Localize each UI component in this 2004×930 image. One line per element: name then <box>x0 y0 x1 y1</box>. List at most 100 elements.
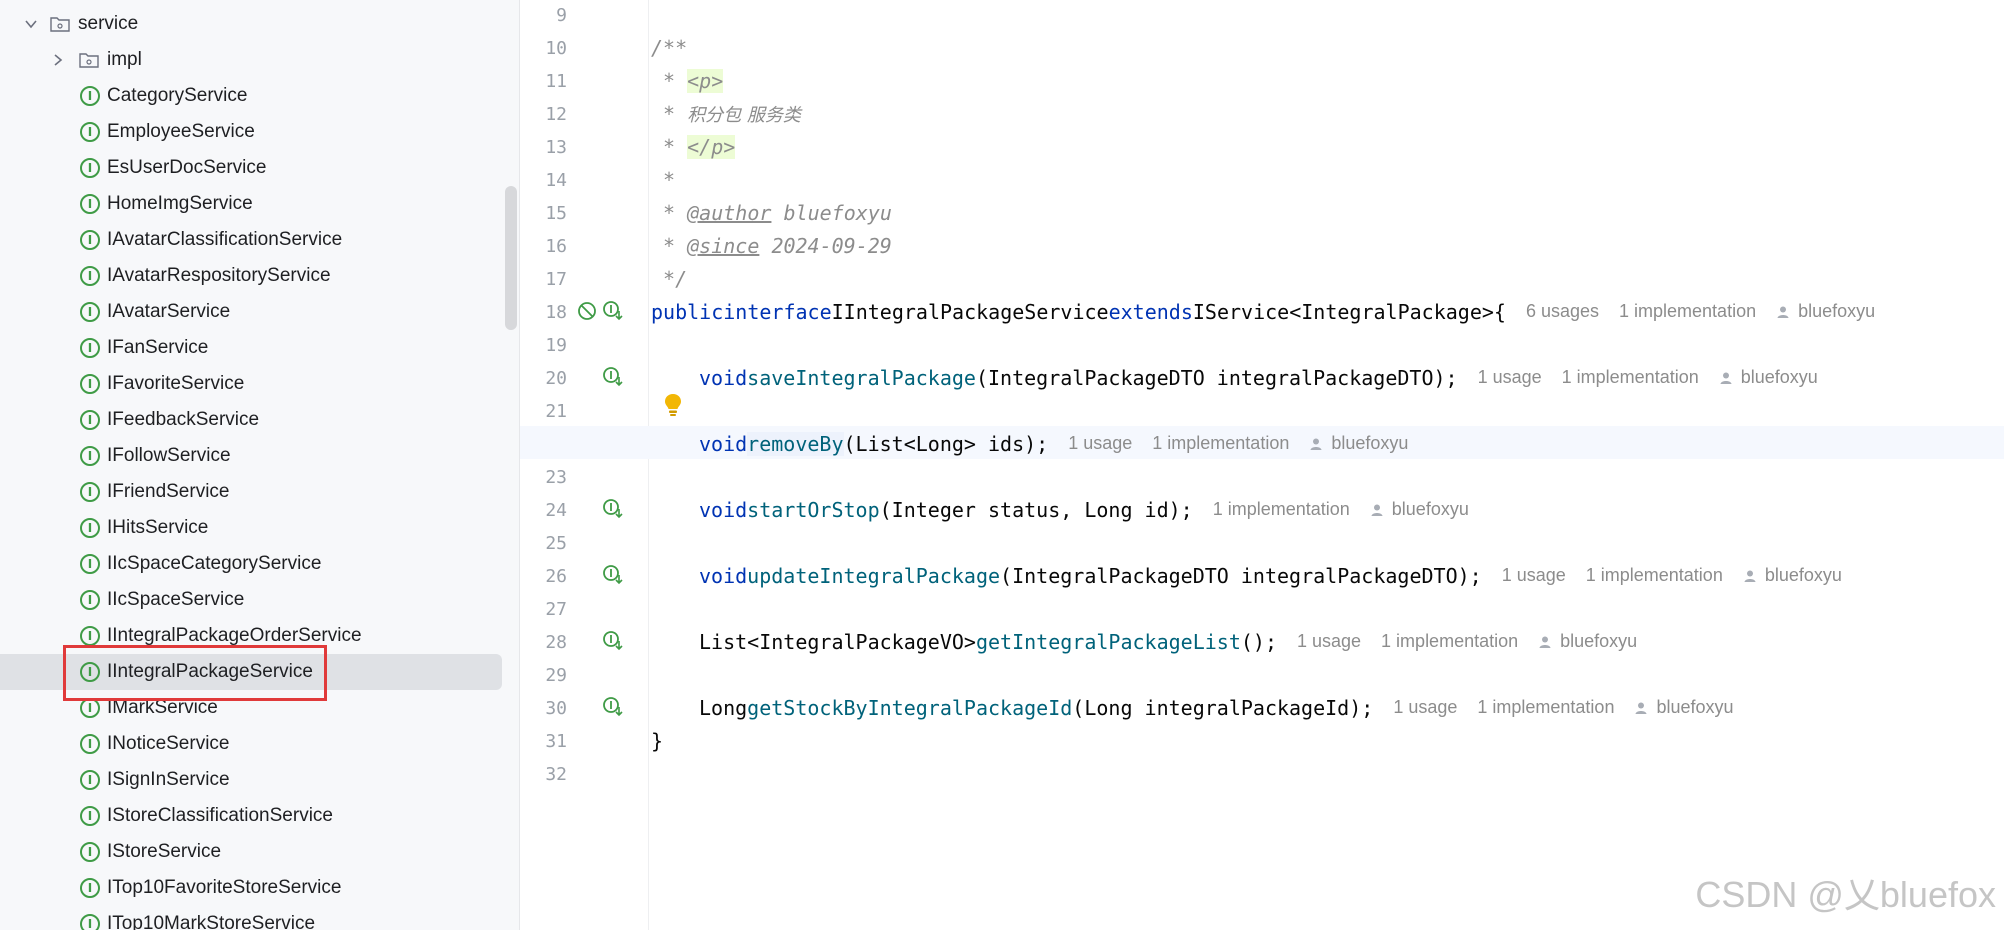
usages-hint[interactable]: 1 usage <box>1502 565 1566 586</box>
tree-item[interactable]: I EsUserDocService <box>0 150 502 186</box>
interface-name[interactable]: IIntegralPackageService <box>832 300 1109 324</box>
tree-item[interactable]: I CategoryService <box>0 78 502 114</box>
tree-item[interactable]: I IFollowService <box>0 438 502 474</box>
tree-item-label: IIcSpaceCategoryService <box>107 553 322 574</box>
implemented-method-icon[interactable] <box>602 630 624 652</box>
line-number[interactable]: 26 <box>520 566 567 587</box>
line-number[interactable]: 14 <box>520 170 567 191</box>
code-editor[interactable]: /** * <p> * 积分包 服务类 * </p> * * @author b… <box>520 0 2004 930</box>
implemented-method-icon[interactable] <box>602 564 624 586</box>
tree-scrollbar[interactable] <box>505 186 517 330</box>
method-name[interactable]: startOrStop <box>747 498 879 522</box>
method-name[interactable]: saveIntegralPackage <box>747 366 976 390</box>
tree-folder-label: impl <box>107 49 142 70</box>
method-params: (List<Long> ids); <box>843 431 1049 456</box>
author-hint[interactable]: bluefoxyu <box>1309 433 1408 454</box>
line-number[interactable]: 10 <box>520 38 567 59</box>
implementation-hint[interactable]: 1 implementation <box>1619 301 1756 322</box>
method-name[interactable]: getIntegralPackageList <box>976 630 1241 654</box>
editor-gutter: 9101112131415161718192021222324252627282… <box>520 0 649 930</box>
line-number[interactable]: 20 <box>520 368 567 389</box>
usages-hint[interactable]: 1 usage <box>1068 433 1132 454</box>
html-tag-p-close: </p> <box>687 134 736 159</box>
implemented-method-icon[interactable] <box>602 696 624 718</box>
interface-icon: I <box>80 842 100 862</box>
line-number[interactable]: 9 <box>520 5 567 26</box>
line-number[interactable]: 24 <box>520 500 567 521</box>
tree-item[interactable]: I HomeImgService <box>0 186 502 222</box>
line-number[interactable]: 15 <box>520 203 567 224</box>
implementation-hint[interactable]: 1 implementation <box>1477 697 1614 718</box>
line-number[interactable]: 11 <box>520 71 567 92</box>
line-number[interactable]: 29 <box>520 665 567 686</box>
usages-hint[interactable]: 1 usage <box>1393 697 1457 718</box>
tree-item[interactable]: I ISignInService <box>0 762 502 798</box>
no-entry-icon[interactable] <box>576 300 598 322</box>
interface-icon: I <box>80 338 100 358</box>
implementation-hint[interactable]: 1 implementation <box>1562 367 1699 388</box>
tree-item[interactable]: I IHitsService <box>0 510 502 546</box>
tree-item[interactable]: I IIcSpaceCategoryService <box>0 546 502 582</box>
author-hint[interactable]: bluefoxyu <box>1538 631 1637 652</box>
implemented-interface-icon[interactable] <box>602 300 624 322</box>
line-number[interactable]: 17 <box>520 269 567 290</box>
line-number[interactable]: 32 <box>520 764 567 785</box>
super-type[interactable]: IService<IntegralPackage> <box>1193 300 1494 324</box>
lightbulb-icon[interactable] <box>664 393 682 417</box>
usages-hint[interactable]: 1 usage <box>1297 631 1361 652</box>
method-name[interactable]: getStockByIntegralPackageId <box>747 696 1072 720</box>
tree-item[interactable]: I ITop10MarkStoreService <box>0 906 502 930</box>
tree-item[interactable]: I ITop10FavoriteStoreService <box>0 870 502 906</box>
line-number[interactable]: 25 <box>520 533 567 554</box>
line-number[interactable]: 23 <box>520 467 567 488</box>
tree-folder-impl[interactable]: impl <box>0 42 502 78</box>
implementation-hint[interactable]: 1 implementation <box>1213 499 1350 520</box>
line-number[interactable]: 21 <box>520 401 567 422</box>
implementation-hint[interactable]: 1 implementation <box>1152 433 1289 454</box>
interface-icon: I <box>80 410 100 430</box>
keyword-interface: interface <box>723 299 832 324</box>
chevron-right-icon[interactable] <box>51 53 65 67</box>
tree-item[interactable]: I INoticeService <box>0 726 502 762</box>
tree-item[interactable]: I IAvatarRespositoryService <box>0 258 502 294</box>
tree-item[interactable]: I IStoreClassificationService <box>0 798 502 834</box>
user-icon <box>1777 306 1789 318</box>
user-icon <box>1371 504 1383 516</box>
line-number[interactable]: 30 <box>520 698 567 719</box>
author-hint[interactable]: bluefoxyu <box>1776 301 1875 322</box>
tree-item-label: INoticeService <box>107 733 230 754</box>
line-number[interactable]: 27 <box>520 599 567 620</box>
tree-item[interactable]: I EmployeeService <box>0 114 502 150</box>
tree-item[interactable]: I IAvatarService <box>0 294 502 330</box>
tree-item[interactable]: I IIcSpaceService <box>0 582 502 618</box>
line-number[interactable]: 28 <box>520 632 567 653</box>
line-number[interactable]: 18 <box>520 302 567 323</box>
tree-item[interactable]: I IAvatarClassificationService <box>0 222 502 258</box>
implemented-method-icon[interactable] <box>602 366 624 388</box>
doc-summary: 积分包 服务类 <box>687 104 801 126</box>
tree-item[interactable]: I IFriendService <box>0 474 502 510</box>
method-name[interactable]: updateIntegralPackage <box>747 564 1000 588</box>
implementation-hint[interactable]: 1 implementation <box>1586 565 1723 586</box>
line-number[interactable]: 31 <box>520 731 567 752</box>
implementation-hint[interactable]: 1 implementation <box>1381 631 1518 652</box>
implemented-method-icon[interactable] <box>602 498 624 520</box>
author-hint[interactable]: bluefoxyu <box>1743 565 1842 586</box>
line-number[interactable]: 19 <box>520 335 567 356</box>
tree-item[interactable]: I IFavoriteService <box>0 366 502 402</box>
tree-folder-service[interactable]: service <box>0 6 502 42</box>
line-number[interactable]: 16 <box>520 236 567 257</box>
tree-item[interactable]: I IFeedbackService <box>0 402 502 438</box>
tree-item[interactable]: I IFanService <box>0 330 502 366</box>
chevron-down-icon[interactable] <box>24 17 38 31</box>
usages-hint[interactable]: 6 usages <box>1526 301 1599 322</box>
author-hint[interactable]: bluefoxyu <box>1719 367 1818 388</box>
line-number[interactable]: 13 <box>520 137 567 158</box>
author-hint[interactable]: bluefoxyu <box>1634 697 1734 718</box>
line-number[interactable]: 12 <box>520 104 567 125</box>
usages-hint[interactable]: 1 usage <box>1478 367 1542 388</box>
tree-item[interactable]: I IStoreService <box>0 834 502 870</box>
author-hint[interactable]: bluefoxyu <box>1370 499 1469 520</box>
user-icon <box>1720 372 1732 384</box>
method-name[interactable]: removeBy <box>747 431 844 456</box>
